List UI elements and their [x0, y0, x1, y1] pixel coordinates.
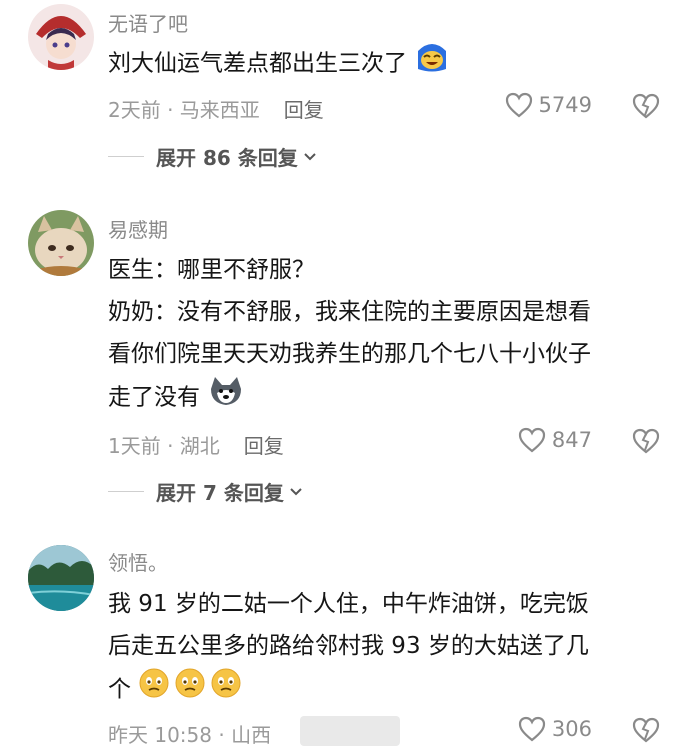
comment-line: 走了没有: [108, 384, 200, 411]
username[interactable]: 领悟。: [108, 547, 168, 576]
time-location: 昨天 10:58 · 山西: [108, 723, 272, 747]
chevron-down-icon: [290, 487, 302, 495]
broken-heart-icon: [632, 93, 660, 119]
husky-face-emoji-icon: [207, 375, 245, 421]
teary-face-emoji-icon: [138, 667, 242, 713]
comment-line: 我 91 岁的二姑一个人住，中午炸油饼，吃完饭: [108, 591, 589, 617]
username[interactable]: 无语了吧: [108, 8, 188, 37]
comment-text: 刘大仙运气差点都出生三次了: [108, 41, 668, 87]
comment-meta: 昨天 10:58 · 山西: [108, 719, 271, 748]
expand-label: 展开 86 条回复: [156, 146, 298, 170]
comment-line: 后走五公里多的路给邻村我 93 岁的大姑送了几: [108, 633, 589, 659]
username[interactable]: 易感期: [108, 214, 168, 243]
time-location: 1天前 · 湖北: [108, 434, 220, 458]
watermark: [300, 716, 400, 746]
dislike-button[interactable]: [632, 717, 660, 747]
expand-replies-button[interactable]: 展开 86 条回复: [108, 142, 318, 171]
chevron-down-icon: [304, 152, 316, 160]
comment-line: 奶奶：没有不舒服，我来住院的主要原因是想看: [108, 299, 591, 325]
comment-meta: 1天前 · 湖北 回复: [108, 430, 284, 459]
heart-outline-icon: [518, 716, 546, 742]
avatar[interactable]: [28, 4, 94, 70]
heart-outline-icon: [518, 427, 546, 453]
comment-text: 我 91 岁的二姑一个人住，中午炸油饼，吃完饭 后走五公里多的路给邻村我 93 …: [108, 583, 668, 713]
like-count: 847: [551, 428, 592, 452]
comment-meta: 2天前 · 马来西亚 回复: [108, 94, 324, 123]
dislike-button[interactable]: [632, 93, 660, 123]
comment-line: 医生：哪里不舒服？: [108, 257, 315, 283]
reply-button[interactable]: 回复: [244, 434, 284, 458]
like-count: 306: [551, 717, 592, 741]
like-button[interactable]: 847: [518, 427, 592, 453]
laughing-face-emoji-icon: [414, 41, 450, 87]
divider-line: [108, 156, 144, 157]
heart-outline-icon: [505, 92, 532, 118]
like-button[interactable]: 306: [518, 716, 592, 742]
expand-replies-button[interactable]: 展开 7 条回复: [108, 477, 304, 506]
dislike-button[interactable]: [632, 428, 660, 458]
divider-line: [108, 491, 144, 492]
comment-line-last: 个: [108, 667, 668, 713]
time-location: 2天前 · 马来西亚: [108, 98, 260, 122]
comment-line: 个: [108, 676, 131, 703]
broken-heart-icon: [632, 717, 660, 743]
comment-line: 看你们院里天天劝我养生的那几个七八十小伙子: [108, 341, 591, 367]
comment-line-last: 走了没有: [108, 375, 668, 421]
like-count: 5749: [538, 93, 592, 117]
expand-label: 展开 7 条回复: [156, 481, 284, 505]
comment-text: 医生：哪里不舒服？ 奶奶：没有不舒服，我来住院的主要原因是想看 看你们院里天天劝…: [108, 249, 668, 421]
reply-button[interactable]: 回复: [284, 98, 324, 122]
broken-heart-icon: [632, 428, 660, 454]
like-button[interactable]: 5749: [505, 92, 592, 118]
avatar[interactable]: [28, 210, 94, 276]
avatar[interactable]: [28, 545, 94, 611]
comment-line: 刘大仙运气差点都出生三次了: [108, 50, 407, 77]
